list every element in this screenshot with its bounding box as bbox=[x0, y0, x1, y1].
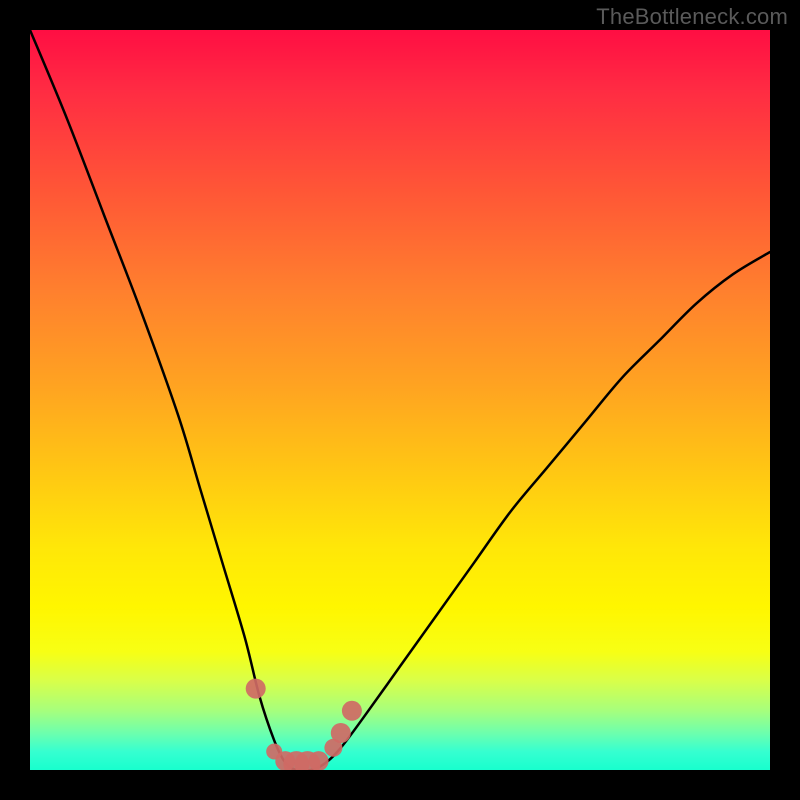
curve-line bbox=[30, 30, 770, 770]
chart-svg bbox=[30, 30, 770, 770]
highlight-dot bbox=[331, 723, 351, 743]
highlight-dot bbox=[246, 679, 266, 699]
bottleneck-curve bbox=[30, 30, 770, 770]
watermark-text: TheBottleneck.com bbox=[596, 4, 788, 30]
highlight-dots bbox=[246, 679, 362, 770]
chart-frame bbox=[30, 30, 770, 770]
highlight-dot bbox=[342, 701, 362, 721]
